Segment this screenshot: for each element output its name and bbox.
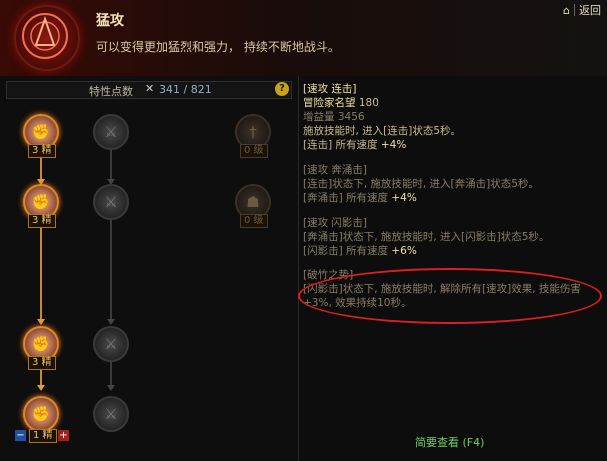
skill-level-badge: 1 精	[29, 429, 57, 443]
skill-level-badge: 3 精	[28, 144, 56, 158]
skill-level-badge: 3 精	[28, 214, 56, 228]
arrow-icon	[37, 319, 45, 325]
connector	[110, 150, 112, 180]
skill-level-badge: 0 级	[240, 214, 268, 228]
trait-points-bar: 特性点数 ✕ 341 / 821 ?	[6, 81, 292, 99]
skill-node-8[interactable]: ⚔	[93, 326, 129, 362]
brief-view-button[interactable]: 简要查看 (F4)	[415, 434, 484, 450]
home-icon[interactable]: ⌂	[563, 4, 570, 17]
skill-node-5[interactable]: ⚔	[93, 184, 129, 220]
detail-block-shadow: [速攻 闪影击] [奔涌击]状态下, 施放技能时, 进入[闪影击]状态5秒。 […	[303, 217, 550, 257]
skill-level-badge: 3 精	[28, 356, 56, 370]
arrow-icon	[107, 319, 115, 325]
berserk-emblem-icon	[14, 5, 80, 71]
plus-button[interactable]: +	[58, 430, 69, 441]
connector	[110, 362, 112, 386]
minus-button[interactable]: −	[15, 430, 26, 441]
help-icon[interactable]: ?	[275, 82, 289, 96]
detail-block-surge: [速攻 奔涌击] [连击]状态下, 施放技能时, 进入[奔涌击]状态5秒。 [奔…	[303, 164, 539, 204]
skill-level-badge: 0 级	[240, 144, 268, 158]
sword-icon: ⚔	[104, 193, 118, 211]
connector	[40, 228, 42, 320]
skill-node-10[interactable]: ⚔	[93, 396, 129, 432]
fist-icon: ✊	[31, 405, 51, 423]
skill-detail-panel: [速攻 连击] 冒险家名望 180 增益量 3456 施放技能时, 进入[连击]…	[299, 76, 607, 461]
back-button[interactable]: 返回	[579, 2, 601, 18]
close-x-icon: ✕	[145, 82, 155, 95]
header-banner: 猛攻 可以变得更加猛烈和强力， 持续不断地战斗。 ⌂ 返回	[0, 0, 607, 77]
page-title: 猛攻	[96, 13, 124, 29]
arrow-icon	[37, 385, 45, 391]
skill-node-2[interactable]: ⚔	[93, 114, 129, 150]
sword-icon: ⚔	[104, 123, 118, 141]
skill-node-9[interactable]: ✊	[23, 396, 59, 432]
connector	[110, 220, 112, 320]
detail-block-combo: [速攻 连击] 冒险家名望 180 增益量 3456 施放技能时, 进入[连击]…	[303, 83, 462, 151]
trait-points-value: 341 / 821	[159, 83, 212, 96]
trait-points-label: 特性点数	[89, 85, 133, 98]
connector	[40, 370, 42, 386]
arrow-icon	[107, 385, 115, 391]
sword-icon: ⚔	[104, 335, 118, 353]
divider	[574, 4, 575, 16]
detail-block-momentum: [破竹之势] [闪影击]状态下, 施放技能时, 解除所有[速攻]效果, 技能伤害…	[303, 269, 581, 309]
connector	[40, 158, 42, 180]
page-subtitle: 可以变得更加猛烈和强力， 持续不断地战斗。	[96, 40, 340, 54]
sword-icon: ⚔	[104, 405, 118, 423]
skill-tree-panel: 特性点数 ✕ 341 / 821 ? ✊ 3 精 ✊ 3 精 ✊ 3 精 ✊ −…	[0, 76, 299, 461]
